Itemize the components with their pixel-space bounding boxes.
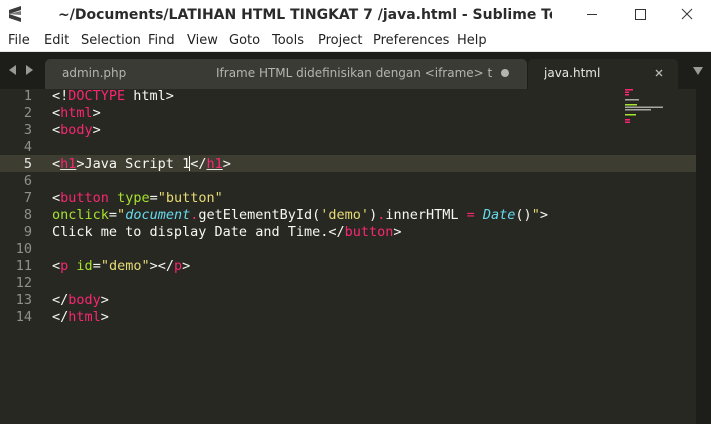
- minimize-button[interactable]: [569, 0, 615, 29]
- code-line: <button type="button": [52, 190, 223, 206]
- tab-right-arrow-icon[interactable]: [23, 64, 35, 76]
- menu-goto[interactable]: Goto: [229, 32, 260, 49]
- line-number: 10: [15, 241, 32, 257]
- minimize-icon: [587, 14, 597, 15]
- code-line: </body>: [52, 292, 109, 308]
- menu-bar: File Edit Selection Find View Goto Tools…: [0, 29, 711, 52]
- line-number-gutter: 1 2 3 4 5 6 7 8 9 10 11 12 13 14: [0, 88, 44, 424]
- window-title: ~/Documents/LATIHAN HTML TINGKAT 7 /java…: [58, 7, 552, 23]
- code-editor[interactable]: 1 2 3 4 5 6 7 8 9 10 11 12 13 14 <!DOCTY…: [0, 88, 696, 424]
- line-number: 11: [15, 258, 32, 274]
- tab-list-dropdown-icon[interactable]: [692, 66, 704, 76]
- menu-edit[interactable]: Edit: [44, 32, 69, 49]
- code-line: <!DOCTYPE html>: [52, 88, 174, 104]
- tab-iframe-html[interactable]: Iframe HTML didefinisikan dengan <iframe…: [199, 59, 527, 89]
- menu-selection[interactable]: Selection: [81, 32, 141, 49]
- unsaved-dot-icon[interactable]: [501, 69, 509, 77]
- line-number: 7: [23, 190, 32, 206]
- code-line: onclick="document.getElementById('demo')…: [52, 207, 548, 223]
- sublime-text-icon: [9, 6, 21, 22]
- code-line: Click me to display Date and Time.</butt…: [52, 224, 402, 240]
- tab-java-html[interactable]: java.html: [528, 59, 678, 89]
- line-number: 9: [23, 224, 32, 240]
- menu-find[interactable]: Find: [148, 32, 175, 49]
- close-icon: [681, 8, 693, 20]
- minimap[interactable]: [622, 89, 692, 129]
- line-number: 6: [23, 173, 32, 189]
- code-line: <h1>Java Script 1</h1>: [52, 156, 231, 172]
- tab-label: java.html: [544, 66, 601, 80]
- tab-admin-php[interactable]: admin.php: [45, 59, 217, 89]
- vertical-scrollbar[interactable]: [696, 89, 711, 424]
- code-line: </html>: [52, 309, 109, 325]
- tab-left-arrow-icon[interactable]: [7, 64, 19, 76]
- code-line: <html>: [52, 105, 101, 121]
- close-window-button[interactable]: [664, 0, 710, 29]
- line-number: 1: [23, 88, 32, 104]
- code-line: <body>: [52, 122, 101, 138]
- text-cursor: [189, 156, 191, 171]
- tab-close-icon[interactable]: [654, 68, 664, 78]
- line-number: 13: [15, 292, 32, 308]
- maximize-icon: [635, 9, 646, 20]
- menu-view[interactable]: View: [187, 32, 218, 49]
- tab-label: Iframe HTML didefinisikan dengan <iframe…: [216, 66, 493, 80]
- menu-preferences[interactable]: Preferences: [373, 32, 449, 49]
- menu-file[interactable]: File: [8, 32, 30, 49]
- tab-label: admin.php: [62, 66, 127, 80]
- line-number: 4: [23, 139, 32, 155]
- line-number: 3: [23, 122, 32, 138]
- menu-tools[interactable]: Tools: [272, 32, 304, 49]
- code-line: <p id="demo"></p>: [52, 258, 191, 274]
- title-bar: ~/Documents/LATIHAN HTML TINGKAT 7 /java…: [0, 0, 711, 29]
- line-number: 14: [15, 309, 32, 325]
- line-number: 5: [23, 156, 32, 172]
- maximize-button[interactable]: [617, 0, 663, 29]
- line-number: 8: [23, 207, 32, 223]
- menu-help[interactable]: Help: [457, 32, 487, 49]
- tab-strip: admin.php Iframe HTML didefinisikan deng…: [0, 52, 711, 89]
- menu-project[interactable]: Project: [318, 32, 362, 49]
- line-number: 12: [15, 275, 32, 291]
- line-number: 2: [23, 105, 32, 121]
